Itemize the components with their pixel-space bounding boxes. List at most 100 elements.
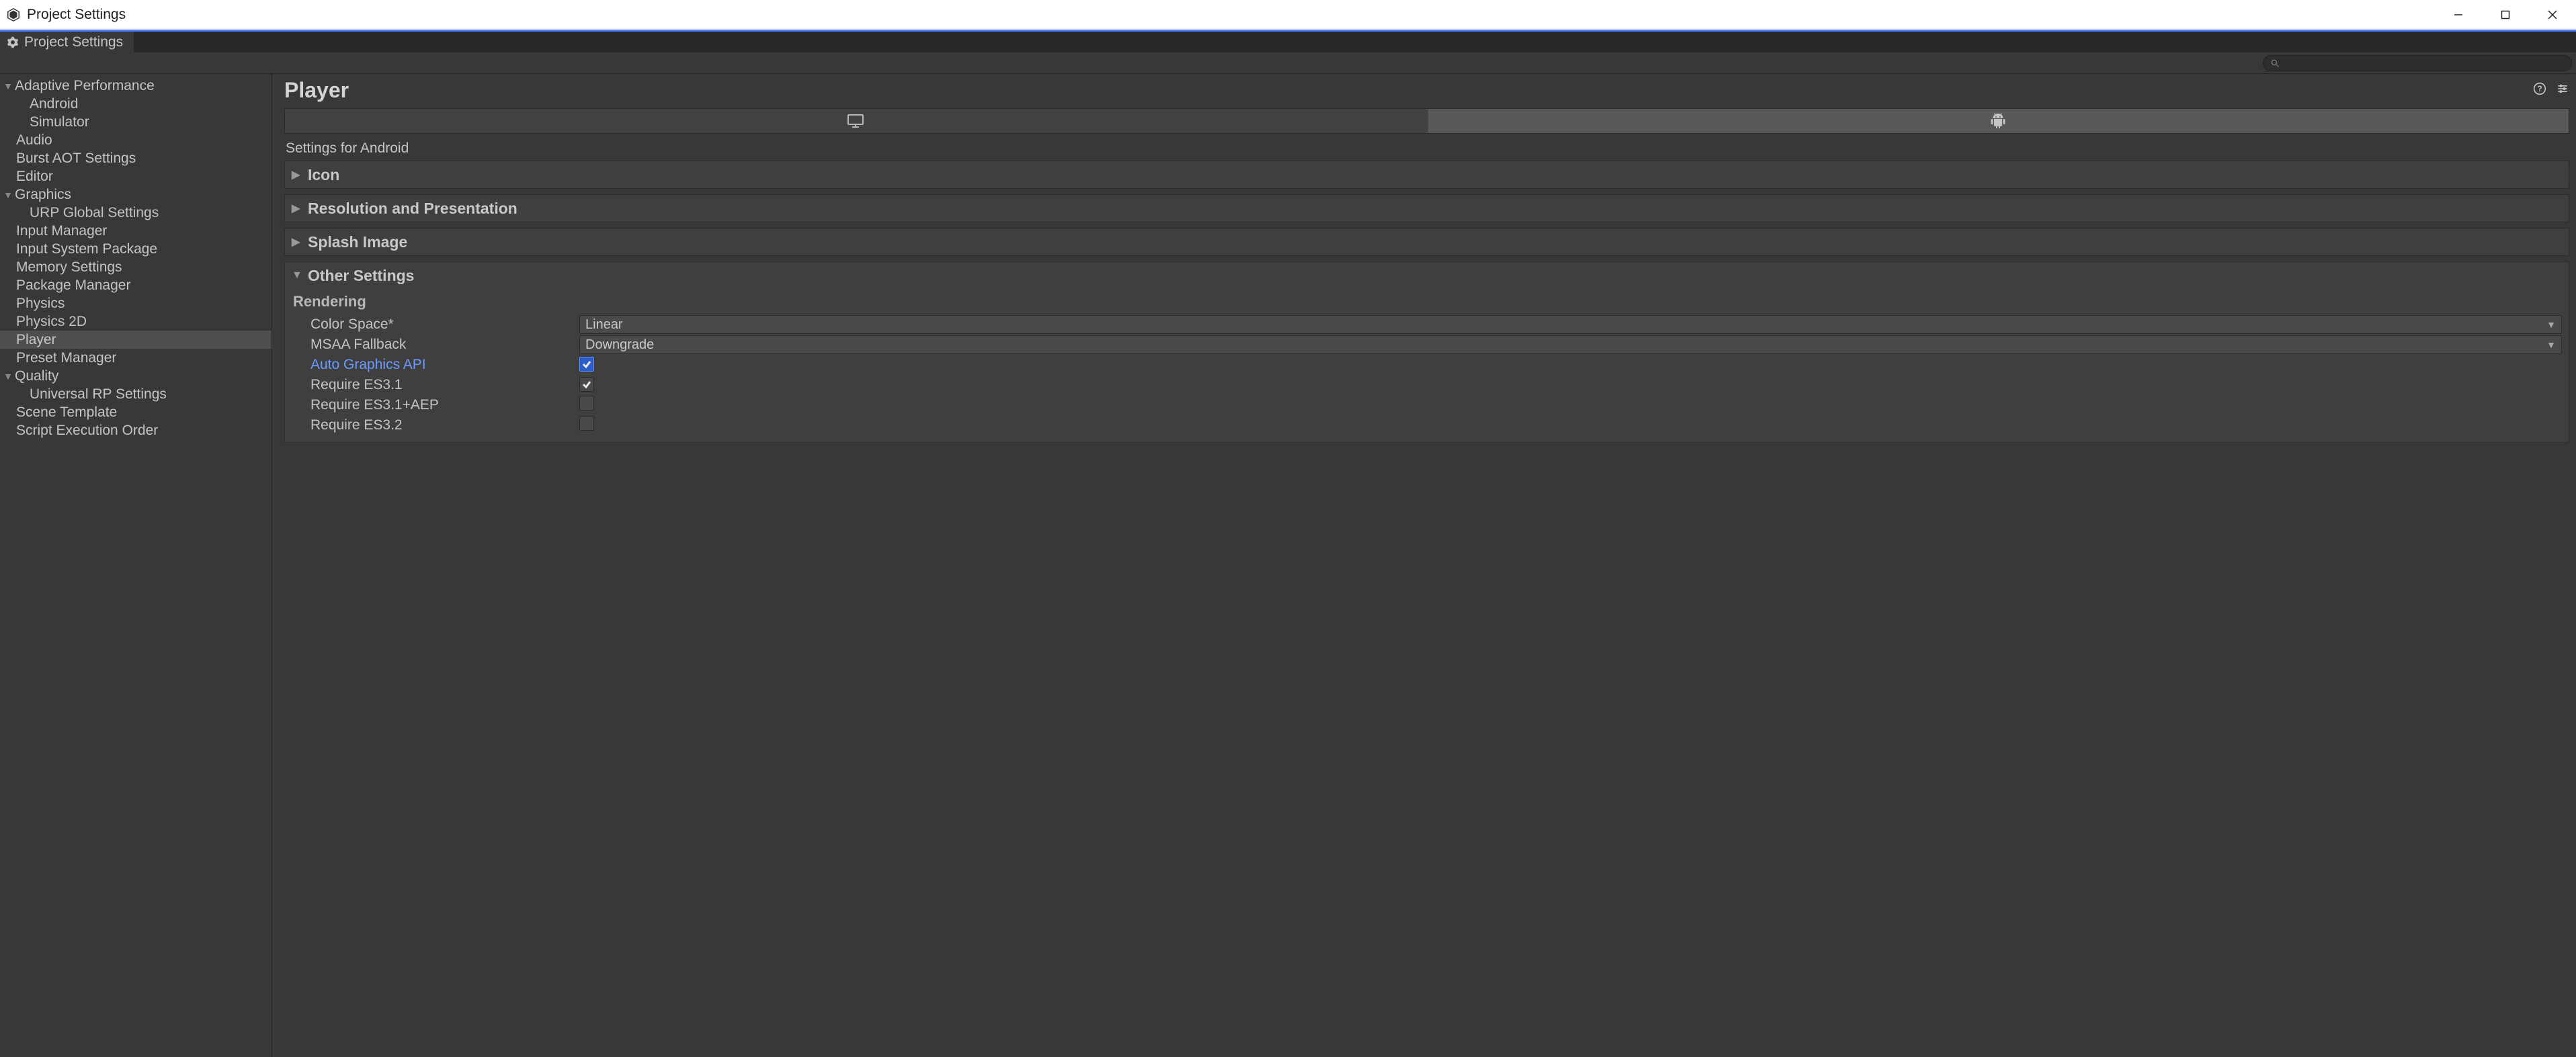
chevron-down-icon: ▼ — [292, 269, 304, 282]
sidebar-item[interactable]: Input Manager — [0, 222, 272, 240]
foldout-label: Other Settings — [308, 267, 414, 285]
sidebar-item-label: Universal RP Settings — [30, 386, 167, 403]
sidebar-item-label: Audio — [16, 132, 52, 149]
property-auto-graphics-api: Auto Graphics API — [292, 355, 2562, 375]
window-close-button[interactable] — [2529, 0, 2576, 30]
sidebar-item[interactable]: Physics 2D — [0, 312, 272, 331]
search-input[interactable] — [2263, 55, 2572, 71]
help-icon[interactable]: ? — [2533, 82, 2546, 99]
chevron-right-icon: ▶ — [292, 168, 304, 181]
auto-graphics-api-checkbox[interactable] — [579, 357, 594, 372]
sidebar-item-label: Simulator — [30, 114, 89, 130]
page-title: Player — [284, 78, 349, 103]
sidebar-item[interactable]: Editor — [0, 167, 272, 185]
sidebar-item-label: Editor — [16, 169, 53, 185]
require-es32-checkbox[interactable] — [579, 416, 594, 431]
platform-tab-desktop[interactable] — [285, 109, 1427, 133]
sidebar-item[interactable]: URP Global Settings — [0, 204, 272, 222]
foldout-header-resolution[interactable]: ▶ Resolution and Presentation — [285, 195, 2569, 222]
property-require-es32: Require ES3.2 — [292, 415, 2562, 435]
foldout-resolution: ▶ Resolution and Presentation — [284, 194, 2569, 222]
foldout-label: Splash Image — [308, 233, 407, 251]
sidebar-item[interactable]: Input System Package — [0, 240, 272, 258]
property-label: Require ES3.1 — [310, 377, 579, 393]
foldout-label: Resolution and Presentation — [308, 200, 517, 218]
sidebar-item-label: URP Global Settings — [30, 205, 159, 221]
sidebar-item-label: Quality — [15, 368, 58, 384]
tab-strip: Project Settings — [0, 30, 2576, 52]
sidebar-item[interactable]: ▼Graphics — [0, 185, 272, 204]
sidebar-item[interactable]: Preset Manager — [0, 349, 272, 367]
require-es31-checkbox[interactable] — [579, 377, 594, 392]
property-label: MSAA Fallback — [310, 337, 579, 353]
sidebar-item-label: Preset Manager — [16, 350, 116, 366]
chevron-right-icon: ▶ — [292, 235, 304, 249]
settings-category-tree[interactable]: ▼Adaptive PerformanceAndroid Simulator Aud… — [0, 74, 272, 1057]
window-minimize-button[interactable] — [2435, 0, 2482, 30]
sidebar-item[interactable]: Package Manager — [0, 276, 272, 294]
android-icon — [1991, 113, 2005, 129]
sidebar-item-label: Android — [30, 96, 78, 112]
foldout-splash: ▶ Splash Image — [284, 228, 2569, 256]
sidebar-item[interactable]: Android — [0, 95, 272, 113]
toolbar — [0, 52, 2576, 74]
sidebar-item-label: Physics 2D — [16, 314, 87, 330]
sidebar-item-label: Scene Template — [16, 405, 117, 421]
group-label-rendering: Rendering — [293, 293, 2562, 310]
monitor-icon — [847, 114, 864, 128]
chevron-down-icon[interactable]: ▼ — [3, 189, 13, 200]
require-es31aep-checkbox[interactable] — [579, 396, 594, 411]
sidebar-item[interactable]: Memory Settings — [0, 258, 272, 276]
property-msaa-fallback: MSAA Fallback Downgrade ▼ — [292, 335, 2562, 355]
color-space-dropdown[interactable]: Linear ▼ — [579, 315, 2562, 334]
sidebar-item[interactable]: Simulator — [0, 113, 272, 131]
foldout-other-settings: ▼ Other Settings Rendering Color Space* … — [284, 261, 2569, 443]
property-require-es31: Require ES3.1 — [292, 375, 2562, 395]
sidebar-item-label: Graphics — [15, 187, 71, 203]
sidebar-item[interactable]: Physics — [0, 294, 272, 312]
property-label: Require ES3.1+AEP — [310, 397, 579, 413]
search-icon — [2270, 58, 2280, 68]
dropdown-value: Downgrade — [585, 337, 654, 353]
property-label: Require ES3.2 — [310, 417, 579, 433]
sidebar-item-label: Burst AOT Settings — [16, 151, 136, 167]
property-label: Color Space* — [310, 316, 579, 333]
sidebar-item[interactable]: Universal RP Settings — [0, 385, 272, 403]
chevron-right-icon: ▶ — [292, 202, 304, 215]
gear-icon — [7, 36, 19, 48]
unity-logo-icon — [5, 7, 22, 23]
platform-tab-android[interactable] — [1427, 109, 2569, 133]
platform-caption: Settings for Android — [286, 140, 2569, 157]
chevron-down-icon[interactable]: ▼ — [3, 371, 13, 382]
msaa-fallback-dropdown[interactable]: Downgrade ▼ — [579, 335, 2562, 354]
settings-menu-icon[interactable] — [2556, 82, 2569, 99]
dropdown-value: Linear — [585, 317, 623, 333]
sidebar-item[interactable]: ▼Quality — [0, 367, 272, 385]
foldout-icon: ▶ Icon — [284, 161, 2569, 189]
platform-tabs — [284, 108, 2569, 134]
sidebar-item[interactable]: Audio — [0, 131, 272, 149]
sidebar-item-label: Physics — [16, 296, 65, 312]
sidebar-item[interactable]: Scene Template — [0, 403, 272, 421]
settings-content: Player ? Settings for Android ▶ — [272, 74, 2576, 1057]
property-require-es31aep: Require ES3.1+AEP — [292, 395, 2562, 415]
window-maximize-button[interactable] — [2482, 0, 2529, 30]
chevron-down-icon: ▼ — [2546, 339, 2556, 350]
sidebar-item[interactable]: ▼Adaptive Performance — [0, 77, 272, 95]
tab-label: Project Settings — [24, 34, 123, 50]
sidebar-item[interactable]: Player — [0, 331, 272, 349]
sidebar-item[interactable]: Script Execution Order — [0, 421, 272, 439]
sidebar-item-label: Input Manager — [16, 223, 107, 239]
sidebar-item-label: Input System Package — [16, 241, 157, 257]
svg-text:?: ? — [2537, 85, 2542, 93]
foldout-header-splash[interactable]: ▶ Splash Image — [285, 228, 2569, 255]
chevron-down-icon[interactable]: ▼ — [3, 81, 13, 91]
foldout-header-other[interactable]: ▼ Other Settings — [285, 262, 2569, 289]
foldout-header-icon[interactable]: ▶ Icon — [285, 161, 2569, 188]
tab-project-settings[interactable]: Project Settings — [0, 32, 134, 52]
sidebar-item-label: Package Manager — [16, 278, 130, 294]
sidebar-item[interactable]: Burst AOT Settings — [0, 149, 272, 167]
chevron-down-icon: ▼ — [2546, 319, 2556, 330]
foldout-label: Icon — [308, 166, 339, 184]
sidebar-item-label: Memory Settings — [16, 259, 122, 276]
